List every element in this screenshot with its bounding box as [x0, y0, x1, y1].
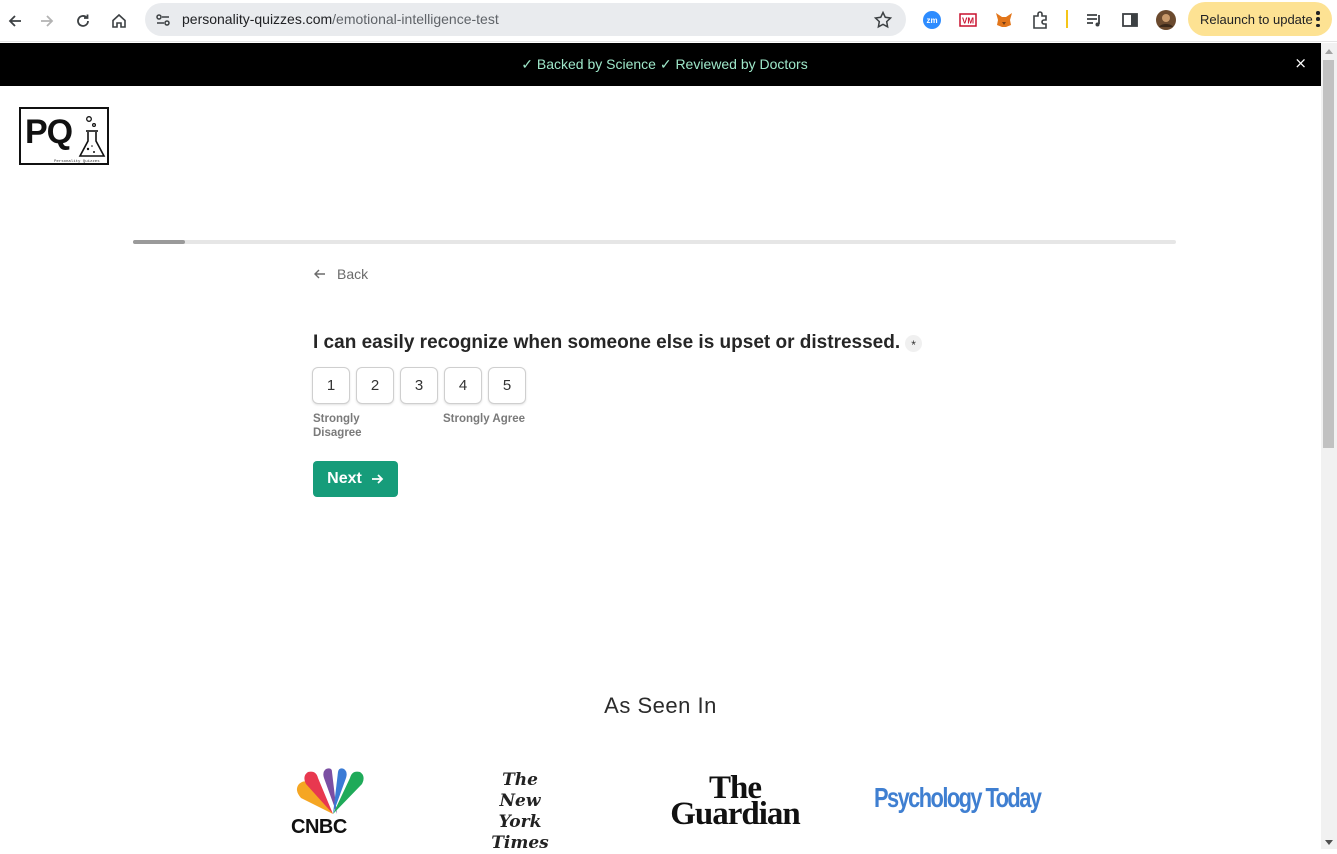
home-icon	[112, 13, 126, 28]
rating-scale: 1 2 3 4 5	[312, 367, 526, 404]
cnbc-logo: CNBC	[291, 816, 347, 838]
logo-tagline: Personality Quizzes	[54, 160, 100, 164]
back-label: Back	[337, 266, 369, 282]
required-marker: *	[905, 334, 923, 352]
back-link[interactable]: Back	[313, 266, 368, 282]
home-button[interactable]	[104, 6, 134, 36]
svg-text:VM: VM	[962, 17, 974, 26]
arrow-right-icon	[371, 474, 384, 484]
svg-text:zm: zm	[926, 16, 937, 25]
nyt-logo: The New York Times	[472, 770, 568, 854]
guardian-logo-text: The Guardian	[670, 770, 801, 832]
back-nav-button[interactable]	[0, 6, 30, 36]
scrollbar-thumb[interactable]	[1323, 60, 1334, 448]
extensions-puzzle-icon[interactable]	[1029, 9, 1051, 31]
browser-toolbar: personality-quizzes.com/emotional-intell…	[0, 0, 1337, 42]
forward-nav-button[interactable]	[32, 6, 62, 36]
more-menu-icon[interactable]	[1316, 11, 1320, 27]
profile-avatar[interactable]	[1155, 9, 1177, 31]
site-settings-icon[interactable]	[153, 10, 173, 30]
reload-button[interactable]	[68, 6, 98, 36]
side-panel-icon[interactable]	[1119, 9, 1141, 31]
cnbc-peacock-icon	[296, 768, 364, 814]
logo-letters: PQ	[25, 113, 73, 151]
arrow-left-icon	[314, 269, 325, 279]
trust-banner: ✓ Backed by Science ✓ Reviewed by Doctor…	[0, 43, 1321, 86]
address-bar[interactable]: personality-quizzes.com/emotional-intell…	[145, 3, 906, 36]
rating-option-3[interactable]: 3	[400, 367, 438, 404]
relaunch-label: Relaunch to update	[1200, 11, 1313, 27]
scroll-up-icon[interactable]	[1325, 49, 1333, 54]
relaunch-update-button[interactable]: Relaunch to update	[1188, 2, 1332, 36]
next-button[interactable]: Next	[313, 461, 398, 497]
rating-option-5[interactable]: 5	[488, 367, 526, 404]
scroll-down-icon[interactable]	[1325, 840, 1333, 845]
scale-low-label: Strongly Disagree	[313, 413, 362, 439]
url-text: personality-quizzes.com/emotional-intell…	[182, 11, 499, 27]
arrow-right-icon	[41, 15, 54, 27]
reload-icon	[77, 14, 89, 27]
quiz-progress-fill	[133, 240, 186, 244]
rating-option-1[interactable]: 1	[312, 367, 350, 404]
question-label: I can easily recognize when someone else…	[313, 332, 901, 353]
rating-option-2[interactable]: 2	[356, 367, 394, 404]
banner-text: ✓ Backed by Science ✓ Reviewed by Doctor…	[521, 56, 808, 72]
quiz-progress-bar	[133, 240, 1176, 244]
flask-icon	[78, 116, 106, 157]
scale-high-label: Strongly Agree	[443, 413, 526, 425]
metamask-fox-icon[interactable]	[993, 9, 1015, 31]
next-label: Next	[327, 470, 362, 487]
toolbar-divider	[1066, 10, 1068, 28]
zoom-extension-icon[interactable]: zm	[921, 9, 943, 31]
arrow-left-icon	[8, 15, 21, 27]
banner-close-button[interactable]: ×	[1294, 54, 1307, 72]
as-seen-in-heading: As Seen In	[604, 693, 717, 718]
media-control-icon[interactable]	[1083, 9, 1105, 31]
page-scrollbar[interactable]	[1321, 43, 1337, 849]
vm-extension-icon[interactable]: VM	[957, 9, 979, 31]
psychology-today-logo: Psychology Today	[874, 782, 1042, 813]
question-text: I can easily recognize when someone else…	[313, 332, 923, 354]
guardian-logo: The Guardian	[658, 770, 812, 832]
nyt-logo-text: The New York Times	[491, 770, 549, 853]
rating-option-4[interactable]: 4	[444, 367, 482, 404]
site-logo[interactable]: PQ Personality Quizzes	[19, 107, 109, 165]
bookmark-star-icon[interactable]	[873, 10, 893, 30]
